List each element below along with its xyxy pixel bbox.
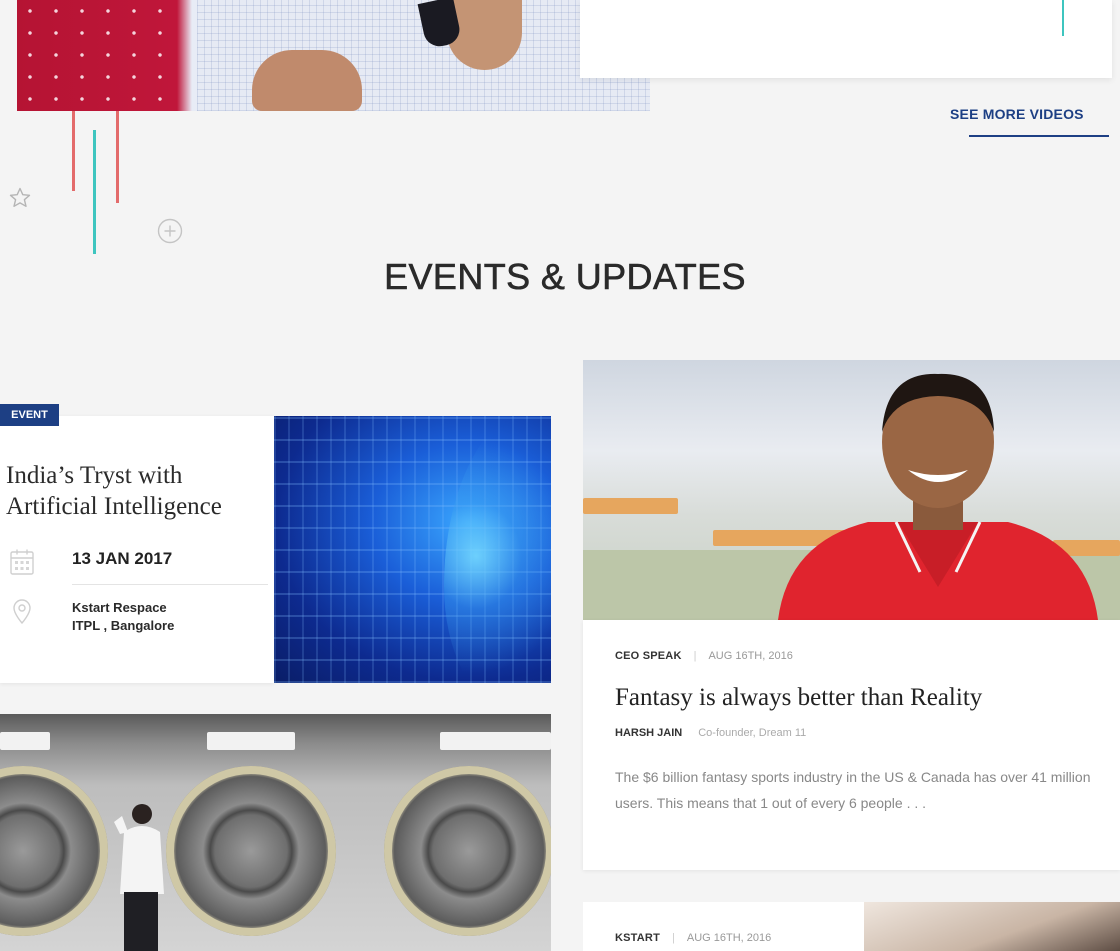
decor-line-teal <box>93 130 96 254</box>
event-title[interactable]: India’s Tryst with Artificial Intelligen… <box>6 460 266 522</box>
next-article-category[interactable]: KSTART <box>615 932 660 944</box>
article-category[interactable]: CEO SPEAK <box>615 650 682 662</box>
see-more-videos-link[interactable]: SEE MORE VIDEOS <box>950 106 1084 122</box>
vault-door <box>0 766 108 936</box>
video-info-card[interactable] <box>580 0 1112 78</box>
ai-face-image[interactable] <box>274 416 551 683</box>
vault-door <box>384 766 551 936</box>
video-thumbnail[interactable] <box>17 0 650 111</box>
speaker-hand <box>252 50 362 111</box>
meta-separator: | <box>693 650 697 662</box>
ceo-portrait <box>778 373 1098 620</box>
star-outline-icon[interactable] <box>8 186 32 210</box>
backdrop-pattern <box>17 0 182 111</box>
event-venue: Kstart Respace ITPL , Bangalore <box>72 599 174 635</box>
vault-image[interactable] <box>0 714 551 951</box>
author-name: HARSH JAIN <box>615 727 683 739</box>
calendar-icon <box>10 549 34 575</box>
ceiling-light <box>440 732 551 750</box>
venue-line: ITPL , Bangalore <box>72 618 175 633</box>
office-desk <box>583 498 678 514</box>
teal-accent-line <box>1062 0 1064 36</box>
article-author: HARSH JAIN Co-founder, Dream 11 <box>615 727 806 739</box>
meta-separator: | <box>672 932 675 944</box>
location-pin-icon <box>13 599 31 625</box>
event-badge: EVENT <box>0 404 59 426</box>
ceiling-light <box>0 732 50 750</box>
next-article-date: AUG 16TH, 2016 <box>686 932 772 944</box>
section-title: EVENTS & UPDATES <box>384 256 746 298</box>
businessman-figure <box>114 804 164 951</box>
decor-line-red <box>116 111 119 203</box>
author-role: Co-founder, Dream 11 <box>698 727 807 739</box>
plus-circle-icon[interactable] <box>157 218 183 244</box>
vault-door <box>166 766 336 936</box>
article-date: AUG 16TH, 2016 <box>708 650 793 662</box>
venue-line: Kstart Respace <box>72 600 167 615</box>
article-title[interactable]: Fantasy is always better than Reality <box>615 684 982 712</box>
article-image[interactable] <box>583 360 1120 620</box>
divider <box>72 584 268 585</box>
see-more-underline <box>969 135 1109 137</box>
article-meta: CEO SPEAK | AUG 16TH, 2016 <box>615 650 793 662</box>
decor-line-red <box>72 111 75 191</box>
next-article-meta: KSTART | AUG 16TH, 2016 <box>615 932 771 944</box>
article-excerpt: The $6 billion fantasy sports industry i… <box>615 769 1091 811</box>
event-date: 13 JAN 2017 <box>72 549 173 568</box>
ceiling-light <box>207 732 295 750</box>
next-article-image[interactable] <box>864 902 1120 951</box>
